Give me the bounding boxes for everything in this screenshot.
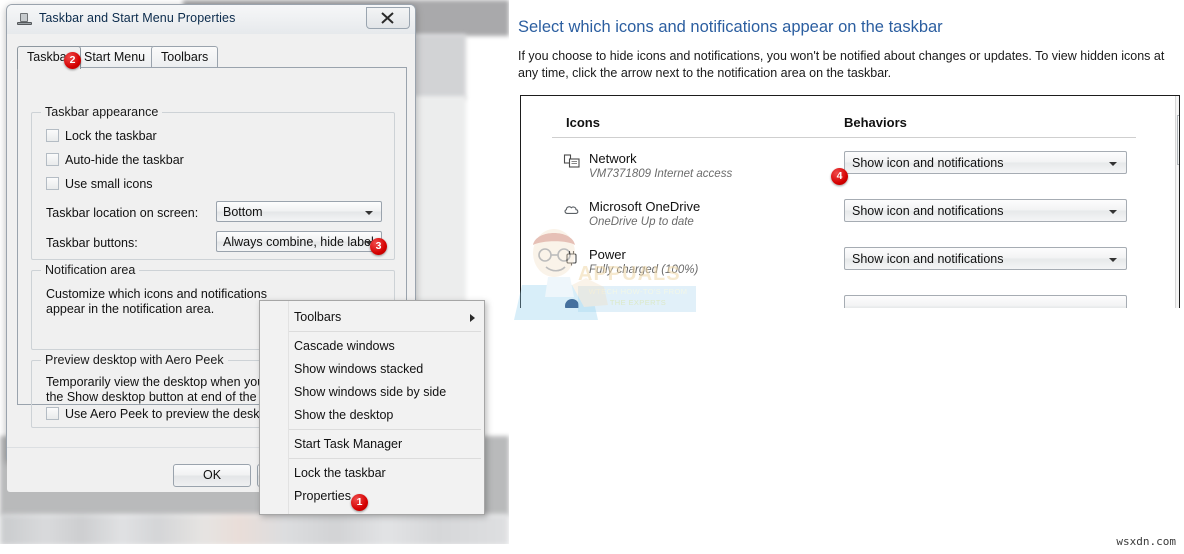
appuals-watermark-text: APPUALS	[578, 263, 681, 285]
step-badge-4: 4	[831, 168, 848, 185]
list-item-subtitle: OneDrive Up to date	[589, 216, 694, 228]
scroll-up-arrow-icon[interactable]	[1176, 96, 1179, 113]
combo-behavior-onedrive[interactable]: Show icon and notifications	[844, 199, 1127, 222]
menu-separator	[289, 458, 481, 459]
group-legend-aero-peek: Preview desktop with Aero Peek	[41, 353, 228, 367]
close-button[interactable]	[366, 7, 410, 29]
menu-item-toolbars[interactable]: Toolbars	[289, 306, 485, 329]
combo-value: Show icon and notifications	[852, 156, 1004, 170]
group-legend-notification: Notification area	[41, 263, 140, 277]
chevron-down-icon	[365, 211, 373, 215]
list-item-title: Power	[589, 247, 626, 262]
list-item-subtitle: VM7371809 Internet access	[589, 168, 733, 180]
menu-separator	[289, 331, 481, 332]
chevron-down-icon	[1109, 258, 1117, 262]
checkbox-box[interactable]	[46, 153, 59, 166]
checkbox-label: Lock the taskbar	[65, 129, 157, 143]
checkbox-box[interactable]	[46, 129, 59, 142]
checkbox-box[interactable]	[46, 177, 59, 190]
combo-value: Bottom	[223, 205, 263, 219]
checkbox-label: Auto-hide the taskbar	[65, 153, 184, 167]
desktop-taskbar-edge	[0, 544, 509, 554]
combo-taskbar-location[interactable]: Bottom	[216, 201, 382, 222]
context-menu-gutter	[260, 301, 289, 514]
chevron-down-icon	[1109, 162, 1117, 166]
network-icon	[563, 153, 581, 171]
dialog-title: Taskbar and Start Menu Properties	[39, 11, 236, 25]
appuals-ribbon-line1: WTECH HOW-TO'S FROM	[588, 287, 688, 296]
desktop-taskbar	[0, 514, 509, 546]
combo-behavior-partial[interactable]	[844, 295, 1127, 308]
chevron-down-icon	[1109, 210, 1117, 214]
group-legend-appearance: Taskbar appearance	[41, 105, 163, 119]
chevron-right-icon	[470, 314, 475, 322]
checkbox-label: Use Aero Peek to preview the desktop	[65, 407, 277, 421]
combo-value: Show icon and notifications	[852, 252, 1004, 266]
menu-separator	[289, 429, 481, 430]
column-header-behaviors: Behaviors	[844, 115, 907, 130]
menu-item-show-windows-stacked[interactable]: Show windows stacked	[289, 358, 485, 381]
appuals-ribbon-line2: THE EXPERTS	[609, 298, 667, 307]
page-description: If you choose to hide icons and notifica…	[518, 49, 1165, 80]
taskbar-context-menu: Toolbars Cascade windows Show windows st…	[259, 300, 485, 515]
combo-behavior-network[interactable]: Show icon and notifications	[844, 151, 1127, 174]
label-taskbar-buttons: Taskbar buttons:	[46, 236, 138, 250]
menu-item-label: Toolbars	[294, 310, 342, 324]
page-title: Select which icons and notifications app…	[518, 18, 943, 36]
computer-icon	[16, 12, 33, 27]
list-item-title: Microsoft OneDrive	[589, 199, 701, 214]
step-badge-2: 2	[64, 52, 81, 69]
menu-item-cascade-windows[interactable]: Cascade windows	[289, 335, 485, 358]
column-header-icons: Icons	[566, 115, 600, 130]
checkbox-lock-taskbar[interactable]: Lock the taskbar	[46, 129, 157, 143]
combo-value: Always combine, hide labels	[223, 235, 381, 249]
list-item-title: Network	[589, 151, 637, 166]
tab-toolbars[interactable]: Toolbars	[151, 46, 219, 67]
checkbox-use-small-icons[interactable]: Use small icons	[46, 177, 153, 191]
tab-start-menu[interactable]: Start Menu	[74, 46, 156, 67]
step-badge-3: 3	[370, 238, 387, 255]
checkbox-auto-hide-taskbar[interactable]: Auto-hide the taskbar	[46, 153, 184, 167]
header-divider	[552, 137, 1136, 138]
menu-item-show-the-desktop[interactable]: Show the desktop	[289, 404, 485, 427]
scrollbar-thumb[interactable]	[1177, 115, 1179, 165]
menu-item-start-task-manager[interactable]: Start Task Manager	[289, 433, 485, 456]
combo-taskbar-buttons[interactable]: Always combine, hide labels	[216, 231, 382, 252]
step-badge-1: 1	[351, 494, 368, 511]
menu-item-properties[interactable]: Properties	[289, 485, 485, 508]
notification-description: Customize which icons and notifications …	[46, 287, 267, 316]
site-watermark: wsxdn.com	[1116, 535, 1176, 548]
checkbox-box[interactable]	[46, 407, 59, 420]
menu-item-lock-the-taskbar[interactable]: Lock the taskbar	[289, 462, 485, 485]
ok-button[interactable]: OK	[173, 464, 251, 487]
dialog-titlebar: Taskbar and Start Menu Properties	[7, 5, 415, 34]
vertical-scrollbar[interactable]	[1175, 96, 1179, 308]
checkbox-label: Use small icons	[65, 177, 153, 191]
combo-value: Show icon and notifications	[852, 204, 1004, 218]
group-taskbar-appearance: Taskbar appearance Lock the taskbar Auto…	[31, 105, 395, 260]
combo-behavior-power[interactable]: Show icon and notifications	[844, 247, 1127, 270]
checkbox-use-aero-peek[interactable]: Use Aero Peek to preview the desktop	[46, 407, 277, 421]
cloud-icon	[563, 201, 581, 219]
menu-item-show-windows-side-by-side[interactable]: Show windows side by side	[289, 381, 485, 404]
label-taskbar-location: Taskbar location on screen:	[46, 206, 199, 220]
